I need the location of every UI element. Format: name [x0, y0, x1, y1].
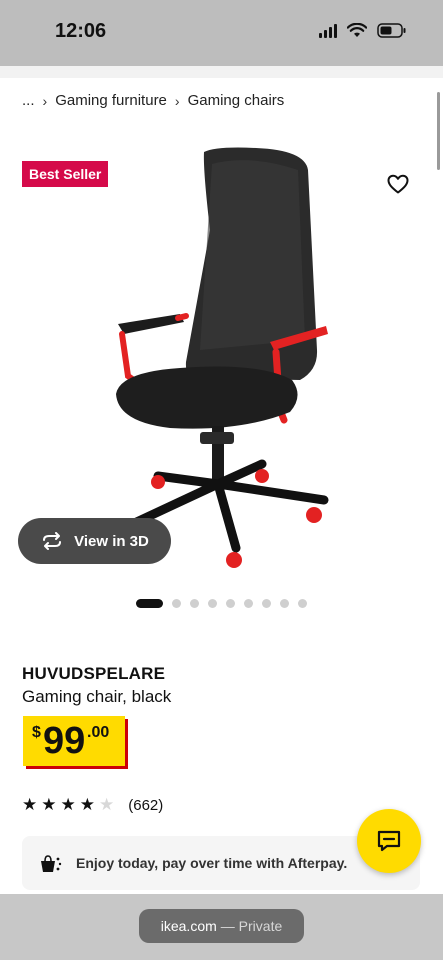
carousel-dot[interactable]: [280, 599, 289, 608]
carousel-dot[interactable]: [208, 599, 217, 608]
breadcrumb: ... › Gaming furniture › Gaming chairs: [22, 92, 284, 109]
product-rating[interactable]: ★ ★ ★ ★ ★ (662): [22, 795, 163, 815]
wifi-icon: [347, 23, 367, 37]
view-in-3d-button[interactable]: View in 3D: [18, 518, 171, 564]
battery-icon: [377, 23, 406, 38]
scrollbar[interactable]: [437, 92, 440, 170]
star-filled-icon: ★: [22, 795, 38, 814]
chair-seat: [116, 366, 298, 429]
afterpay-text: Enjoy today, pay over time with Afterpay…: [76, 855, 348, 871]
best-seller-badge: Best Seller: [22, 161, 109, 187]
carousel-dot[interactable]: [172, 599, 181, 608]
status-time: 12:06: [55, 20, 107, 42]
star-empty-icon: ★: [99, 795, 115, 814]
chat-button[interactable]: [357, 809, 421, 873]
address-bar[interactable]: ikea.com — Private: [139, 909, 304, 943]
rotate-3d-icon: [43, 532, 62, 550]
status-bar: 12:06: [0, 0, 443, 66]
breadcrumb-gaming-chairs[interactable]: Gaming chairs: [188, 92, 285, 109]
address-url: ikea.com: [160, 918, 217, 934]
chevron-right-icon: ›: [174, 92, 180, 109]
price-tag: $ 99 .00: [23, 716, 125, 766]
star-filled-icon: ★: [41, 795, 57, 814]
carousel-dot[interactable]: [244, 599, 253, 608]
product-description: Gaming chair, black: [22, 687, 172, 706]
image-carousel-indicator: [136, 599, 307, 608]
chevron-right-icon: ›: [42, 92, 48, 109]
view-in-3d-label: View in 3D: [74, 532, 149, 550]
price-decimal: .00: [87, 724, 110, 741]
review-count[interactable]: (662): [128, 797, 163, 814]
price-currency: $: [32, 724, 41, 741]
product-name: HUVUDSPELARE: [22, 664, 166, 683]
breadcrumb-gaming-furniture[interactable]: Gaming furniture: [55, 92, 167, 109]
carousel-dot[interactable]: [298, 599, 307, 608]
cellular-signal-icon: [319, 23, 337, 38]
price-integer: 99: [43, 720, 86, 762]
carousel-dot[interactable]: [262, 599, 271, 608]
carousel-dot[interactable]: [226, 599, 235, 608]
chat-icon: [377, 830, 401, 852]
wishlist-heart-icon[interactable]: [386, 172, 410, 196]
header-band: [0, 66, 443, 78]
private-mode-label: — Private: [220, 918, 283, 934]
breadcrumb-ellipsis[interactable]: ...: [22, 92, 35, 109]
star-filled-icon: ★: [79, 795, 95, 814]
product-image[interactable]: [100, 140, 340, 580]
chair-left-armrest: [118, 314, 184, 334]
carousel-dot[interactable]: [190, 599, 199, 608]
star-filled-icon: ★: [60, 795, 76, 814]
status-icons: [319, 23, 407, 38]
afterpay-icon: [41, 855, 62, 872]
carousel-dot-active[interactable]: [136, 599, 163, 608]
